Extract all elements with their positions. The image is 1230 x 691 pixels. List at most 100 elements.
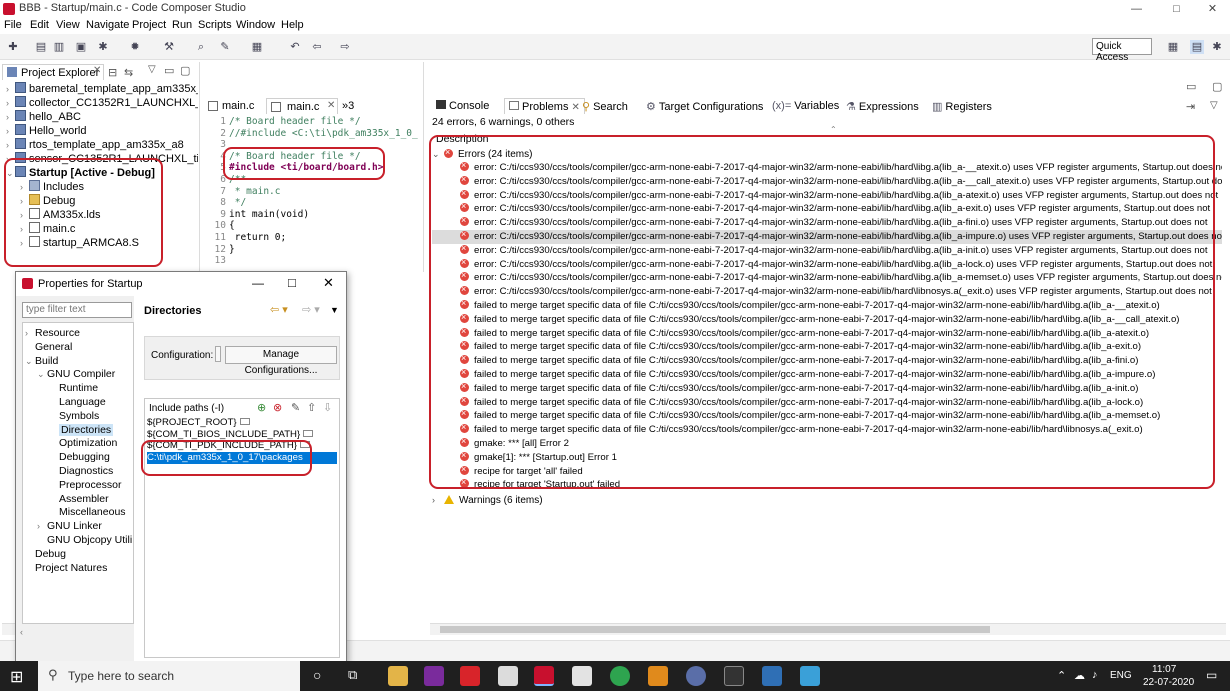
tab-variables[interactable]: (x)= Variables [772,100,839,112]
properties-tree-item[interactable]: › Resource [25,327,80,341]
close-tab-icon[interactable]: ✕ [93,65,101,76]
properties-tree-item[interactable]: Project Natures [25,562,107,576]
properties-tree-item[interactable]: Assembler [49,493,109,507]
hammer-icon[interactable]: ⚒ [162,40,176,54]
chevron-right-icon[interactable]: › [6,96,15,110]
collapse-all-icon[interactable]: ⊟ [108,66,117,79]
tab-editor-main-c-1[interactable]: main.c [206,98,266,114]
build-icon[interactable]: ✱ [96,40,110,54]
menu-scripts[interactable]: Scripts [198,19,232,31]
properties-tree-item[interactable]: ⌄ Build [25,355,58,369]
language-indicator[interactable]: ENG [1110,670,1132,681]
tab-registers[interactable]: ▥ Registers [932,100,992,113]
code-line[interactable]: 1/* Board header file */ [205,116,360,128]
properties-tree-item[interactable]: Language [49,396,106,410]
app-icon-blue[interactable] [762,666,782,686]
code-line[interactable]: 9 int main(void) [205,209,309,221]
save-icon[interactable]: ▤ [34,40,48,54]
back-arrow-icon[interactable]: ⇦ ▾ [270,303,288,316]
tree-item[interactable]: › Hello_world [6,124,86,138]
app-icon-chat[interactable] [800,666,820,686]
tab-console[interactable]: Console [436,100,489,112]
properties-tree-item[interactable]: Symbols [49,410,99,424]
onedrive-icon[interactable]: ☁ [1074,669,1085,682]
tab-problems[interactable]: Problems ✕ [504,98,585,114]
include-path-item[interactable]: ${COM_TI_BIOS_INCLUDE_PATH} [147,429,337,441]
tab-editor-main-c-2[interactable]: main.c ✕ [266,98,338,114]
menu-view[interactable]: View [56,19,80,31]
code-line[interactable]: 12} [205,244,235,256]
menu-navigate[interactable]: Navigate [86,19,129,31]
open-perspective-icon[interactable]: ▦ [1166,40,1180,54]
properties-tree-item[interactable]: › GNU Linker [37,520,102,534]
tab-project-explorer[interactable]: Project Explorer ✕ [2,64,104,80]
close-button[interactable]: ✕ [1190,0,1230,18]
chevron-down-icon[interactable]: ⌄ [37,368,47,382]
code-line[interactable]: 7 * main.c [205,186,280,198]
menu-edit[interactable]: Edit [30,19,49,31]
minimize-button[interactable]: — [1114,0,1159,18]
ccs-taskbar-icon[interactable] [534,666,554,686]
calculator-icon[interactable] [572,666,592,686]
tab-search[interactable]: ⚲ Search [582,100,628,113]
forward-arrow-icon[interactable]: ⇨ ▾ [302,303,320,316]
chevron-right-icon[interactable]: › [6,82,15,96]
properties-tree-item[interactable]: Optimization [49,437,117,451]
arrow-right-icon[interactable]: ⇨ [338,40,352,54]
minimize-view-icon[interactable]: ▭ [164,64,174,77]
focus-icon[interactable]: ⇥ [1186,100,1195,113]
tray-overflow-icon[interactable]: ⌃ [1057,669,1066,682]
close-tab-icon[interactable]: ✕ [327,100,335,111]
app-icon-globe[interactable] [686,666,706,686]
code-line[interactable]: 10{ [205,220,235,232]
problems-horizontal-scrollbar[interactable] [430,623,1226,635]
properties-tree-item[interactable]: ⌄ GNU Compiler [37,368,115,382]
notifications-icon[interactable]: ▭ [1206,668,1217,682]
save-all-icon[interactable]: ▥ [52,40,66,54]
chevron-right-icon[interactable]: › [37,520,47,534]
properties-tree-item[interactable]: Preprocessor [49,479,121,493]
chevron-right-icon[interactable]: › [25,327,35,341]
app-icon-terminal[interactable] [724,666,744,686]
new-icon[interactable]: ✚ [6,40,20,54]
filter-input[interactable]: type filter text [22,302,132,318]
app-icon-purple[interactable] [424,666,444,686]
properties-tree-item[interactable]: Diagnostics [49,465,113,479]
pen-icon[interactable]: ✎ [218,40,232,54]
maximize-view-icon[interactable]: ▢ [180,64,190,77]
menu-window[interactable]: Window [236,19,275,31]
view-menu-icon[interactable]: ▽ [148,64,156,75]
toggle-icon[interactable]: ▦ [250,40,264,54]
chevron-down-icon[interactable]: ⌄ [25,355,35,369]
search-icon[interactable]: ⌕ [194,40,208,54]
move-up-icon[interactable]: ⇧ [307,401,316,414]
back-icon[interactable]: ↶ [288,40,302,54]
app-icon-orange[interactable] [648,666,668,686]
properties-tree-item[interactable]: Miscellaneous [49,506,126,520]
tree-item[interactable]: › rtos_template_app_am335x_a8 [6,138,184,152]
chevron-right-icon[interactable]: › [432,493,444,507]
code-line[interactable]: 8 */ [205,197,246,209]
code-line[interactable]: 13 [205,255,229,267]
properties-tree-item[interactable]: Runtime [49,382,98,396]
ccs-debug-perspective-icon[interactable]: ✱ [1210,40,1224,54]
properties-tree-item[interactable]: Debugging [49,451,110,465]
clock-date[interactable]: 22-07-2020 [1143,677,1194,688]
chrome-icon[interactable] [610,666,630,686]
menu-project[interactable]: Project [132,19,166,31]
minimize-view-icon[interactable]: ▭ [1186,80,1196,93]
warnings-group-row[interactable]: › Warnings (6 items) [432,493,1222,507]
file-explorer-icon[interactable] [388,666,408,686]
taskbar-search-box[interactable]: ⚲ Type here to search [38,661,300,691]
move-down-icon[interactable]: ⇩ [323,401,332,414]
maximize-view-icon[interactable]: ▢ [1212,80,1222,93]
properties-tree-item[interactable]: General [25,341,72,355]
arrow-left-icon[interactable]: ⇦ [310,40,324,54]
include-path-item[interactable]: ${PROJECT_ROOT} [147,417,337,429]
edit-path-icon[interactable]: ✎ [291,401,300,414]
page-menu-icon[interactable]: ▼ [330,305,339,315]
chevron-right-icon[interactable]: › [6,110,15,124]
close-tab-icon[interactable]: ✕ [572,102,580,113]
ccs-edit-perspective-icon[interactable]: ▤ [1190,40,1204,54]
chevron-right-icon[interactable]: › [6,124,15,138]
